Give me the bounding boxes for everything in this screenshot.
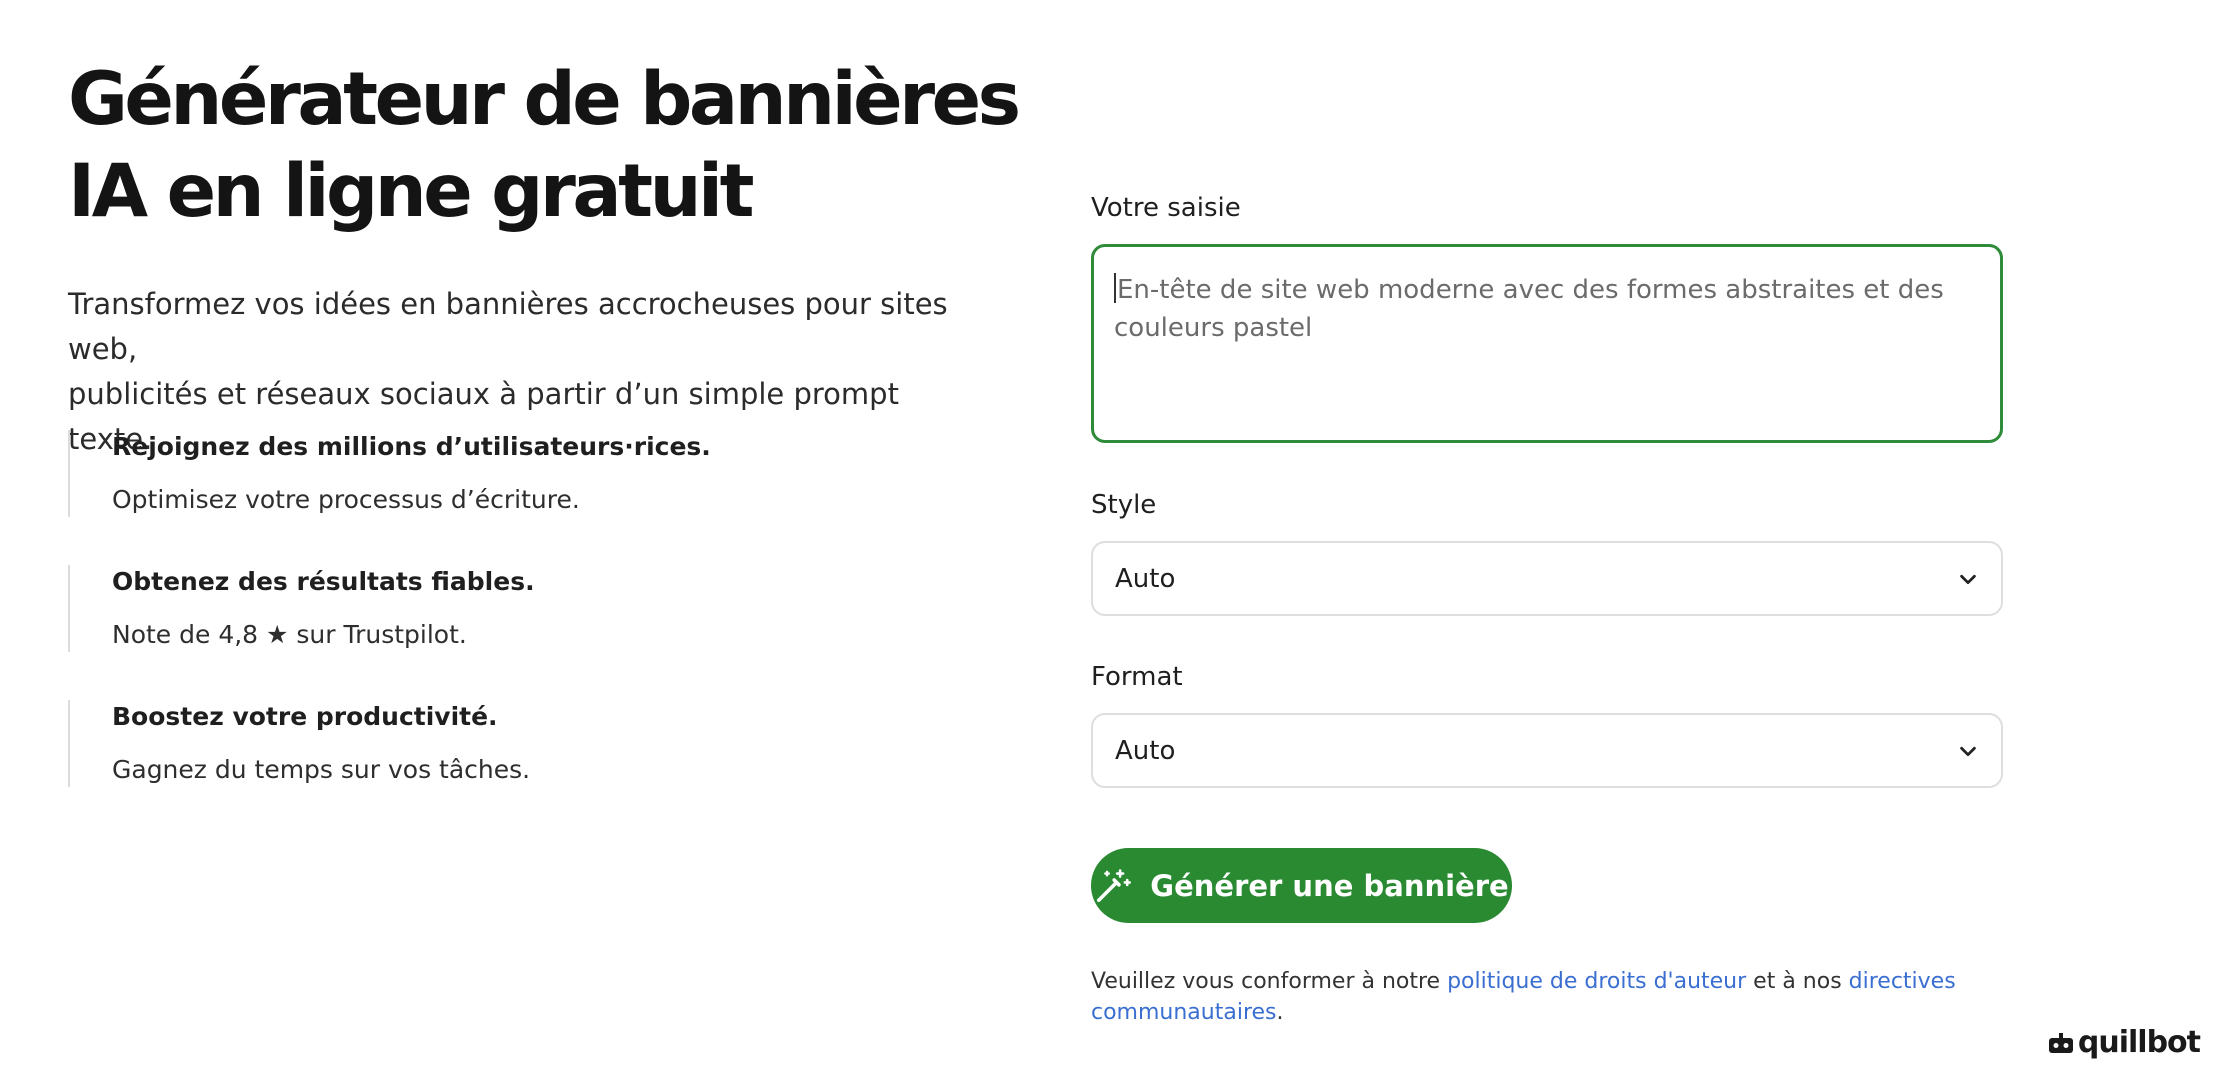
page-title-line1: Générateur de bannières	[68, 57, 1021, 142]
generate-banner-button[interactable]: Générer une bannière	[1091, 848, 1512, 923]
format-select[interactable]: Auto	[1091, 713, 2003, 788]
format-select-value: Auto	[1115, 735, 1176, 766]
copyright-policy-link[interactable]: politique de droits d'auteur	[1447, 969, 1746, 994]
feature-item-productivity: Boostez votre productivité. Gagnez du te…	[68, 700, 812, 787]
style-select[interactable]: Auto	[1091, 541, 2003, 616]
feature-item-users: Rejoignez des millions d’utilisateurs·ri…	[68, 430, 812, 517]
page-subtitle-line1: Transformez vos idées en bannières accro…	[68, 287, 948, 366]
prompt-input-label: Votre saisie	[1091, 193, 1241, 223]
feature-title: Obtenez des résultats fiables.	[112, 567, 535, 596]
format-label: Format	[1091, 662, 1183, 692]
page-title-line2: IA en ligne gratuit	[68, 149, 754, 234]
feature-description: Note de 4,8 ★ sur Trustpilot.	[112, 620, 467, 649]
generate-banner-label: Générer une bannière	[1150, 868, 1509, 903]
terms-prefix: Veuillez vous conformer à notre	[1091, 969, 1448, 994]
quillbot-logo-icon	[2048, 1032, 2073, 1053]
terms-notice: Veuillez vous conformer à notre politiqu…	[1091, 966, 1991, 1028]
magic-wand-icon	[1097, 868, 1132, 902]
quillbot-logo: quillbot	[2048, 1025, 2201, 1060]
prompt-placeholder: En-tête de site web moderne avec des for…	[1114, 275, 1944, 343]
chevron-down-icon	[1960, 574, 1976, 584]
feature-description: Gagnez du temps sur vos tâches.	[112, 755, 531, 784]
page-title: Générateur de bannières IA en ligne grat…	[68, 54, 1021, 238]
text-caret	[1114, 273, 1116, 303]
terms-middle: et à nos	[1746, 969, 1849, 994]
terms-suffix: .	[1276, 1000, 1284, 1025]
quillbot-logo-text: quillbot	[2077, 1025, 2201, 1060]
feature-title: Boostez votre productivité.	[112, 702, 498, 731]
prompt-textarea[interactable]: En-tête de site web moderne avec des for…	[1091, 244, 2003, 443]
style-select-value: Auto	[1115, 563, 1176, 594]
feature-description: Optimisez votre processus d’écriture.	[112, 485, 580, 514]
feature-title: Rejoignez des millions d’utilisateurs·ri…	[112, 432, 711, 461]
feature-item-results: Obtenez des résultats fiables. Note de 4…	[68, 565, 812, 652]
chevron-down-icon	[1960, 746, 1976, 756]
style-label: Style	[1091, 490, 1157, 520]
